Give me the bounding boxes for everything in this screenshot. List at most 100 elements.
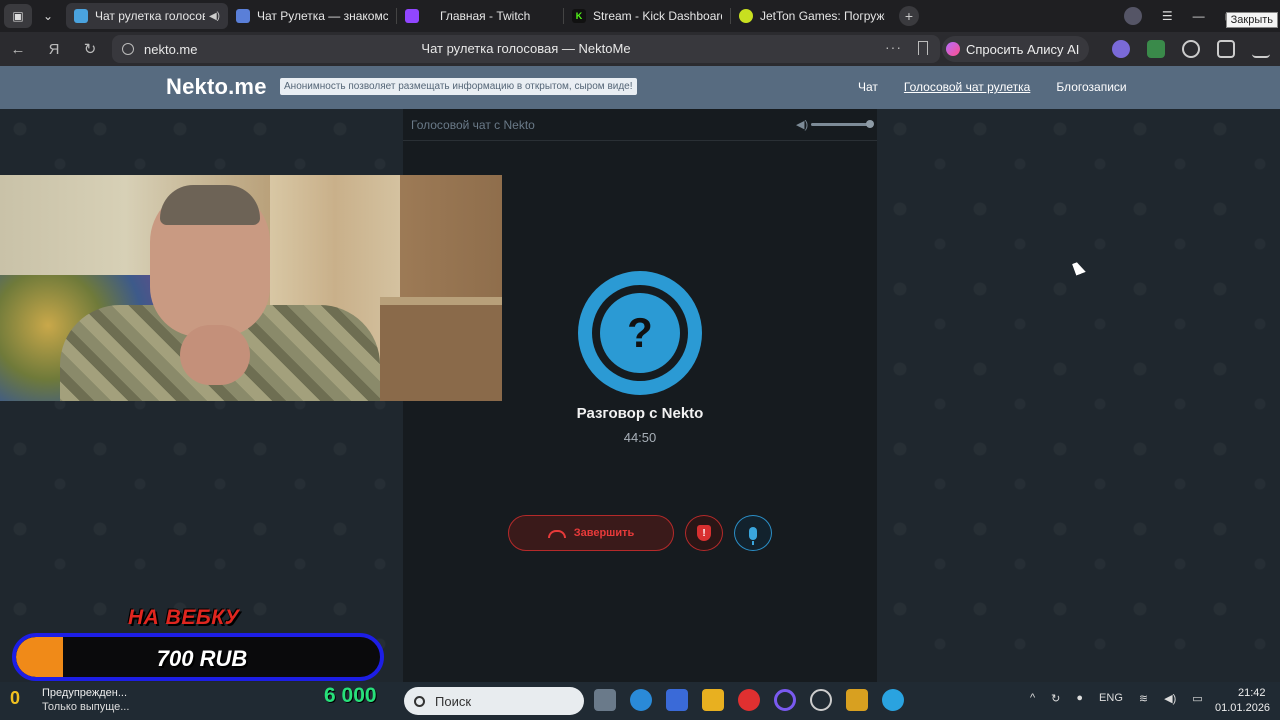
site-logo[interactable]: Nekto.me: [166, 74, 267, 100]
volume-slider[interactable]: [811, 123, 869, 126]
browser-address-bar: ← Я ↻ nekto.me Чат рулетка голосовая — N…: [0, 32, 1280, 66]
ask-alice-button[interactable]: Спросить Алису AI: [942, 36, 1090, 62]
volume-slider-knob[interactable]: [866, 120, 874, 128]
collections-icon[interactable]: [1217, 40, 1235, 58]
shield-extension-icon[interactable]: [1147, 40, 1165, 58]
nav-voice-chat-link[interactable]: Голосовой чат рулетка: [904, 80, 1030, 94]
microphone-button[interactable]: [734, 515, 772, 551]
conversation-timer: 44:50: [623, 430, 657, 445]
speaker-icon[interactable]: ◀): [796, 118, 808, 131]
weather-warning-subtitle[interactable]: Только выпуще...: [42, 701, 129, 713]
tray-overflow-chevron-icon[interactable]: ^: [1030, 692, 1035, 705]
url-field[interactable]: nekto.me Чат рулетка голосовая — NektoMe…: [112, 35, 940, 63]
file-explorer-icon[interactable]: [702, 689, 724, 711]
media-play-icon[interactable]: [1182, 40, 1200, 58]
close-tooltip: Закрыть: [1225, 12, 1278, 28]
search-icon: [414, 695, 425, 707]
taskbar-apps: [594, 689, 904, 711]
conversation-title: Разговор с Nekto: [576, 405, 704, 422]
obs-icon[interactable]: [810, 689, 832, 711]
windows-taskbar: 0 Предупрежден... Только выпуще... 6 000…: [0, 682, 1280, 720]
volume-slider-fill: [811, 123, 869, 126]
question-mark-icon: ?: [600, 293, 680, 373]
battery-icon[interactable]: ▭: [1192, 692, 1202, 705]
nav-chat-link[interactable]: Чат: [858, 80, 878, 94]
voice-chat-title: Голосовой чат с Nekto: [411, 118, 535, 132]
tab-title: Чат Рулетка — знакомства: [257, 9, 388, 23]
weather-warning-title[interactable]: Предупрежден...: [42, 687, 127, 699]
volume-icon[interactable]: ◀): [1164, 692, 1176, 705]
tab-list-chevron-icon[interactable]: ⌄: [34, 4, 62, 28]
profile-avatar-icon[interactable]: [1123, 7, 1142, 25]
kick-favicon-icon: K: [572, 9, 586, 23]
minimize-icon[interactable]: —: [1193, 9, 1205, 23]
shield-alert-icon: !: [697, 525, 711, 541]
edge-icon[interactable]: [630, 689, 652, 711]
site-nav: Чат Голосовой чат рулетка Блогозаписи: [858, 80, 1127, 94]
store-icon[interactable]: [666, 689, 688, 711]
bookmark-icon[interactable]: [918, 41, 928, 55]
new-tab-plus-icon[interactable]: +: [899, 6, 919, 26]
microphone-icon: [749, 526, 757, 545]
search-placeholder: Поиск: [435, 693, 472, 709]
jetton-favicon-icon: [739, 9, 753, 23]
yandex-browser-icon[interactable]: [738, 689, 760, 711]
twitch-favicon-icon: [405, 9, 419, 23]
task-view-icon[interactable]: [594, 689, 616, 711]
clock-time[interactable]: 21:42: [1238, 687, 1266, 699]
streamer-webcam-overlay: [0, 175, 502, 401]
nektome-favicon-icon: [74, 9, 88, 23]
tab-twitch[interactable]: Главная - Twitch: [397, 3, 563, 29]
end-call-label: Завершить: [573, 527, 635, 539]
voice-chat-header: Голосовой чат с Nekto ◀): [403, 109, 877, 141]
yandex-logo-icon[interactable]: Я: [36, 41, 72, 58]
webcam-person-hair: [160, 185, 260, 225]
more-options-icon[interactable]: ···: [885, 39, 902, 55]
tab-nektome[interactable]: Чат рулетка голосовая — NektoMe ◀): [66, 3, 228, 29]
donation-goal-label: НА ВЕБКУ: [128, 606, 240, 629]
tab-chat-roulette[interactable]: Чат Рулетка — знакомства: [228, 3, 396, 29]
sparkle-app-icon[interactable]: [846, 689, 868, 711]
microphone-tray-icon[interactable]: ●: [1076, 692, 1083, 705]
site-header: Nekto.me Анонимность позволяет размещать…: [0, 66, 1280, 109]
webcam-person-hand: [180, 325, 250, 385]
clock-date[interactable]: 01.01.2026: [1215, 702, 1270, 714]
site-slogan: Анонимность позволяет размещать информац…: [280, 78, 637, 95]
hang-up-phone-icon: [547, 530, 566, 538]
webcam-dresser: [380, 305, 502, 401]
tab-kick[interactable]: K Stream - Kick Dashboard: [564, 3, 730, 29]
chatroulette-favicon-icon: [236, 9, 250, 23]
alice-app-icon[interactable]: [774, 689, 796, 711]
download-icon[interactable]: [1252, 40, 1270, 58]
taskbar-search[interactable]: Поиск: [404, 687, 584, 715]
back-arrow-icon[interactable]: ←: [0, 41, 36, 58]
stream-counter: 6 000: [324, 684, 377, 707]
sync-icon[interactable]: ↻: [1051, 692, 1060, 705]
report-button[interactable]: !: [685, 515, 723, 551]
alice-icon: [946, 42, 960, 56]
donation-progress-bar: 700 RUB: [12, 633, 384, 681]
end-call-button[interactable]: Завершить: [508, 515, 674, 551]
interlocutor-avatar: ?: [578, 271, 702, 395]
tab-title: Stream - Kick Dashboard: [593, 9, 722, 23]
nav-blog-link[interactable]: Блогозаписи: [1056, 80, 1126, 94]
tab-title: JetTon Games: Погружение: [760, 9, 885, 23]
system-tray: ^ ↻ ● ENG ≋ ◀) ▭: [1030, 692, 1203, 705]
reload-icon[interactable]: ↻: [72, 40, 108, 58]
donation-amount: 700 RUB: [156, 646, 248, 671]
alice-button-label: Спросить Алису AI: [966, 41, 1080, 57]
tab-title: Чат рулетка голосовая — NektoMe: [95, 9, 205, 23]
extension-toolbar: [1112, 40, 1270, 58]
page-title-in-urlbar: Чат рулетка голосовая — NektoMe: [421, 41, 631, 56]
weather-widget-icon[interactable]: 0: [10, 688, 34, 712]
language-indicator[interactable]: ENG: [1099, 692, 1123, 705]
audio-playing-icon[interactable]: ◀): [209, 11, 220, 22]
wifi-icon[interactable]: ≋: [1139, 692, 1148, 705]
telegram-icon[interactable]: [882, 689, 904, 711]
tab-jetton[interactable]: JetTon Games: Погружение: [731, 3, 893, 29]
sidebar-toggle-button[interactable]: ▣: [4, 4, 32, 28]
tab-title: Главная - Twitch: [440, 9, 531, 23]
menu-icon[interactable]: ☰: [1162, 9, 1173, 23]
browser-tab-strip: ▣ ⌄ Чат рулетка голосовая — NektoMe ◀) Ч…: [0, 0, 1280, 32]
discord-extension-icon[interactable]: [1112, 40, 1130, 58]
